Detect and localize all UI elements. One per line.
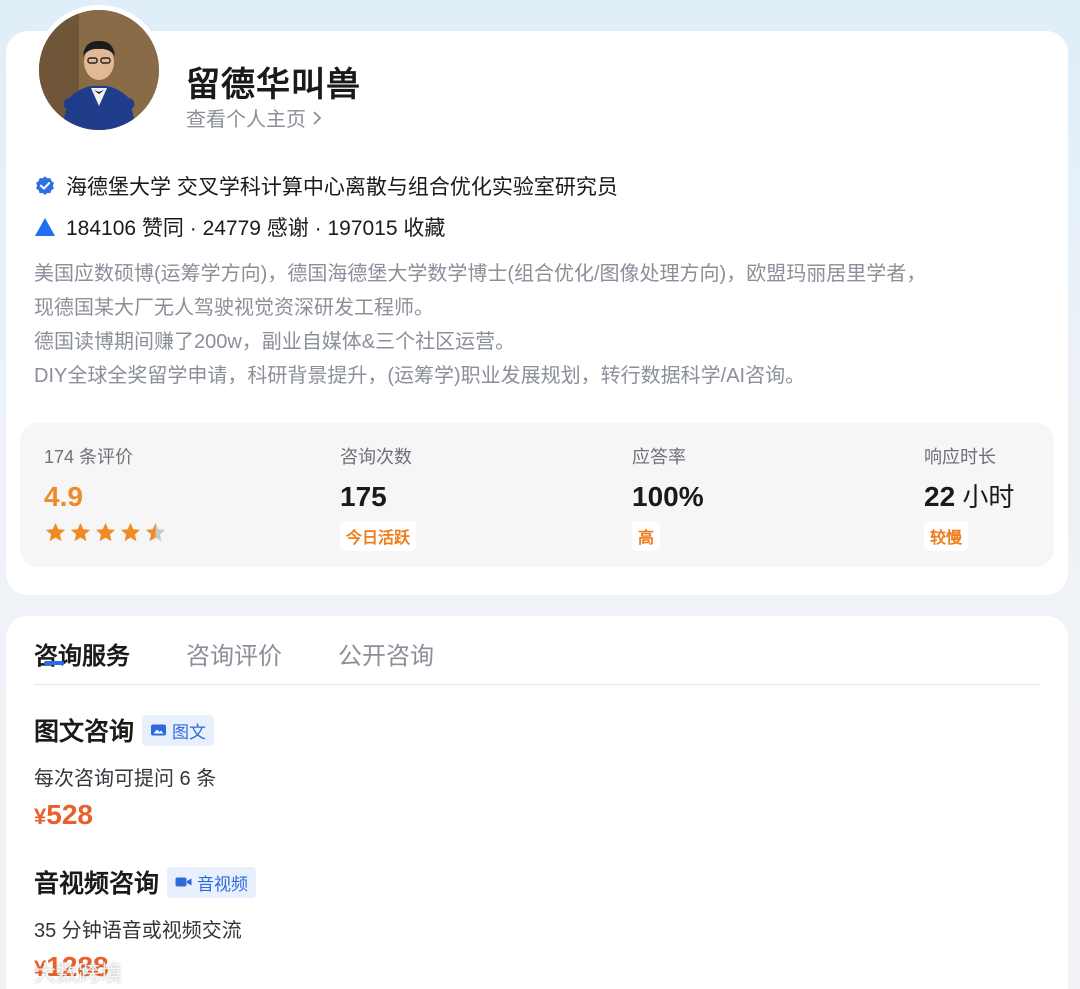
service-title: 图文咨询 bbox=[34, 718, 135, 746]
bio: 美国应数硕博(运筹学方向)，德国海德堡大学数学博士(组合优化/图像处理方向)，欧… bbox=[34, 257, 1044, 393]
service-item-text[interactable]: 图文咨询 图文 每次咨询可提问 6 条 ¥528 bbox=[34, 712, 216, 831]
chevron-right-icon bbox=[313, 110, 322, 125]
tab-bar: 咨询服务 咨询评价 公开咨询 bbox=[34, 636, 490, 671]
metric-consults: 咨询次数 175 今日活跃 bbox=[340, 443, 417, 551]
watermark-logo-icon bbox=[9, 962, 29, 982]
response-rate-value: 100% bbox=[632, 481, 704, 512]
bio-line: 德国读博期间赚了200w，副业自媒体&三个社区运营。 bbox=[34, 331, 516, 353]
bio-line: DIY全球全奖留学申请，科研背景提升，(运筹学)职业发展规划，转行数据科学/AI… bbox=[34, 365, 806, 387]
response-time-number: 22 bbox=[924, 481, 956, 512]
service-card: 咨询服务 咨询评价 公开咨询 图文咨询 图文 每次咨询可提问 6 条 ¥528 … bbox=[6, 616, 1068, 989]
tab-consult-reviews[interactable]: 咨询评价 bbox=[186, 636, 282, 671]
response-time-unit: 小时 bbox=[955, 482, 1015, 512]
service-desc: 每次咨询可提问 6 条 bbox=[34, 768, 217, 790]
response-time-value: 22 小时 bbox=[924, 481, 1014, 513]
verification-row: 海德堡大学 交叉学科计算中心离散与组合优化实验室研究员 bbox=[34, 171, 618, 201]
service-tag-label: 音视频 bbox=[197, 874, 249, 894]
avatar[interactable] bbox=[34, 5, 164, 135]
profile-card: 留德华叫兽 查看个人主页 海德堡大学 交叉学科计算中心离散与组合优化实验室研究员… bbox=[6, 5, 1068, 595]
verification-text: 海德堡大学 交叉学科计算中心离散与组合优化实验室研究员 bbox=[66, 176, 618, 199]
consults-label: 咨询次数 bbox=[340, 447, 412, 467]
response-rate-label: 应答率 bbox=[632, 447, 686, 467]
price-value: 528 bbox=[46, 799, 93, 830]
metric-response-time: 响应时长 22 小时 较慢 bbox=[924, 443, 1014, 551]
watermark-text: 大数跨境 bbox=[34, 961, 123, 986]
stats-row: 184106 赞同 · 24779 感谢 · 197015 收藏 bbox=[34, 212, 445, 242]
service-price: ¥528 bbox=[34, 799, 216, 831]
view-homepage-label: 查看个人主页 bbox=[186, 109, 306, 131]
watermark: 大数跨境 bbox=[8, 956, 122, 988]
service-tag: 音视频 bbox=[167, 866, 257, 898]
service-tag-label: 图文 bbox=[172, 722, 207, 742]
consults-value: 175 bbox=[340, 481, 387, 512]
image-icon bbox=[151, 724, 167, 736]
tab-divider bbox=[34, 684, 1040, 685]
star-icon bbox=[70, 522, 91, 542]
star-icon bbox=[45, 522, 66, 542]
bio-line: 美国应数硕博(运筹学方向)，德国海德堡大学数学博士(组合优化/图像处理方向)，欧… bbox=[34, 263, 927, 285]
star-icon bbox=[95, 522, 116, 542]
star-icon bbox=[145, 522, 166, 542]
currency-symbol: ¥ bbox=[34, 804, 47, 829]
service-desc: 35 分钟语音或视频交流 bbox=[34, 920, 242, 942]
tab-public-consults[interactable]: 公开咨询 bbox=[338, 636, 434, 671]
service-tag: 图文 bbox=[142, 714, 215, 746]
rating-label: 174 条评价 bbox=[44, 447, 134, 467]
stats-text: 184106 赞同 · 24779 感谢 · 197015 收藏 bbox=[66, 217, 446, 240]
tab-consult-services[interactable]: 咨询服务 bbox=[34, 636, 130, 671]
avatar-photo bbox=[39, 10, 159, 130]
rating-stars bbox=[44, 521, 167, 544]
upvote-icon bbox=[35, 218, 55, 236]
active-tab-indicator bbox=[44, 661, 64, 665]
star-icon bbox=[120, 522, 141, 542]
verified-icon bbox=[36, 176, 54, 195]
metric-response-rate: 应答率 100% 高 bbox=[632, 443, 704, 551]
video-icon bbox=[175, 877, 192, 887]
service-title: 音视频咨询 bbox=[34, 870, 160, 898]
metrics-panel: 174 条评价 4.9 咨询次数 175 今日活跃 应答率 100% 高 响应时… bbox=[20, 423, 1054, 567]
bio-line: 现德国某大厂无人驾驶视觉资深研发工程师。 bbox=[34, 297, 434, 319]
response-rate-badge: 高 bbox=[632, 521, 661, 551]
rating-value: 4.9 bbox=[44, 481, 83, 512]
consults-badge: 今日活跃 bbox=[340, 521, 417, 551]
response-time-badge: 较慢 bbox=[924, 521, 969, 551]
metric-rating[interactable]: 174 条评价 4.9 bbox=[44, 443, 167, 544]
profile-name: 留德华叫兽 bbox=[186, 66, 361, 104]
response-time-label: 响应时长 bbox=[924, 447, 996, 467]
view-homepage-link[interactable]: 查看个人主页 bbox=[186, 103, 322, 132]
